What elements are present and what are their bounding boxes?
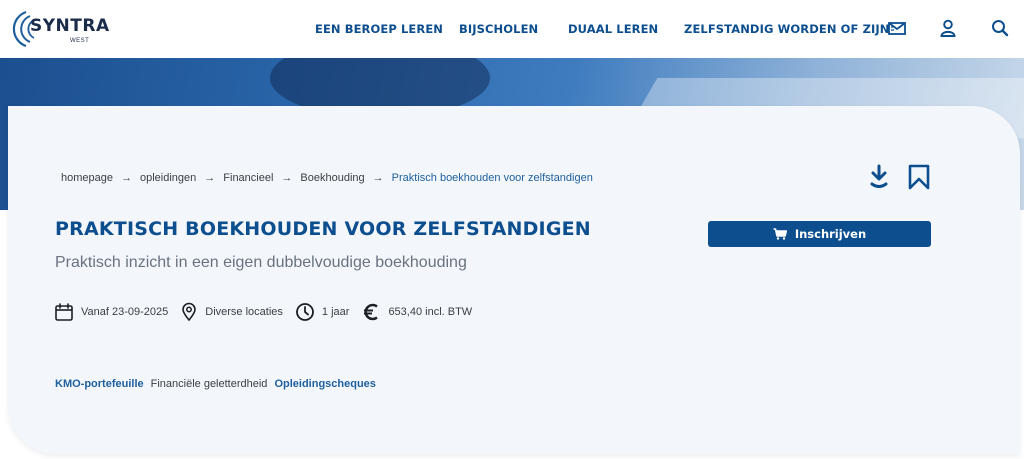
breadcrumb-opleidingen[interactable]: opleidingen bbox=[140, 172, 196, 184]
meta-price: 653,40 incl. BTW bbox=[361, 302, 472, 322]
arrow-right-icon: → bbox=[121, 172, 132, 184]
clock-icon bbox=[296, 303, 314, 321]
arrow-right-icon: → bbox=[372, 172, 384, 184]
meta-location-text: Diverse locaties bbox=[205, 306, 283, 318]
arrow-right-icon: → bbox=[204, 172, 216, 184]
tag-kmo-portefeuille[interactable]: KMO-portefeuille bbox=[55, 378, 144, 390]
meta-price-text: 653,40 incl. BTW bbox=[388, 306, 473, 318]
course-tags: KMO-portefeuille Financiële geletterdhei… bbox=[55, 378, 383, 390]
euro-icon bbox=[364, 303, 379, 321]
breadcrumb-boekhouding[interactable]: Boekhouding bbox=[300, 172, 364, 184]
meta-start-date: Vanaf 23-09-2025 bbox=[54, 302, 168, 322]
mail-icon[interactable] bbox=[887, 18, 907, 38]
meta-duration-text: 1 jaar bbox=[321, 306, 350, 318]
breadcrumb: homepage → opleidingen → Financieel → Bo… bbox=[61, 172, 593, 184]
syntra-west-logo[interactable]: SYNTRA WEST bbox=[8, 6, 109, 52]
arrow-right-icon: → bbox=[281, 172, 293, 184]
logo-name: SYNTRA bbox=[30, 16, 110, 36]
course-card: homepage → opleidingen → Financieel → Bo… bbox=[8, 106, 1020, 454]
meta-start-text: Vanaf 23-09-2025 bbox=[81, 306, 169, 318]
user-icon[interactable] bbox=[938, 18, 958, 38]
tag-opleidingscheques[interactable]: Opleidingscheques bbox=[274, 378, 375, 390]
enroll-label: Inschrijven bbox=[794, 227, 867, 241]
cart-icon bbox=[773, 228, 787, 240]
tag-financiele-geletterdheid: Financiële geletterdheid bbox=[150, 378, 268, 390]
site-header: SYNTRA WEST EEN BEROEP LEREN BIJSCHOLEN … bbox=[0, 0, 1024, 58]
logo-sub: WEST bbox=[70, 38, 90, 44]
nav-zelfstandig[interactable]: ZELFSTANDIG WORDEN OF ZIJN bbox=[684, 22, 890, 36]
meta-location: Diverse locaties bbox=[180, 302, 283, 322]
location-pin-icon bbox=[182, 302, 197, 322]
breadcrumb-financieel[interactable]: Financieel bbox=[223, 172, 273, 184]
nav-duaal-leren[interactable]: DUAAL LEREN bbox=[568, 22, 658, 36]
search-icon[interactable] bbox=[990, 18, 1010, 38]
breadcrumb-homepage[interactable]: homepage bbox=[61, 172, 113, 184]
breadcrumb-current: Praktisch boekhouden voor zelfstandigen bbox=[391, 172, 593, 184]
page-subtitle: Praktisch inzicht in een eigen dubbelvou… bbox=[55, 254, 467, 271]
page-title: PRAKTISCH BOEKHOUDEN VOOR ZELFSTANDIGEN bbox=[55, 218, 591, 240]
download-icon[interactable] bbox=[866, 163, 892, 191]
course-meta: Vanaf 23-09-2025 Diverse locaties 1 jaar… bbox=[54, 300, 484, 324]
meta-duration: 1 jaar bbox=[295, 302, 350, 322]
nav-bijscholen[interactable]: BIJSCHOLEN bbox=[459, 22, 538, 36]
nav-een-beroep-leren[interactable]: EEN BEROEP LEREN bbox=[315, 22, 443, 36]
enroll-button[interactable]: Inschrijven bbox=[708, 221, 931, 247]
calendar-icon bbox=[55, 303, 73, 321]
bookmark-icon[interactable] bbox=[906, 163, 932, 191]
